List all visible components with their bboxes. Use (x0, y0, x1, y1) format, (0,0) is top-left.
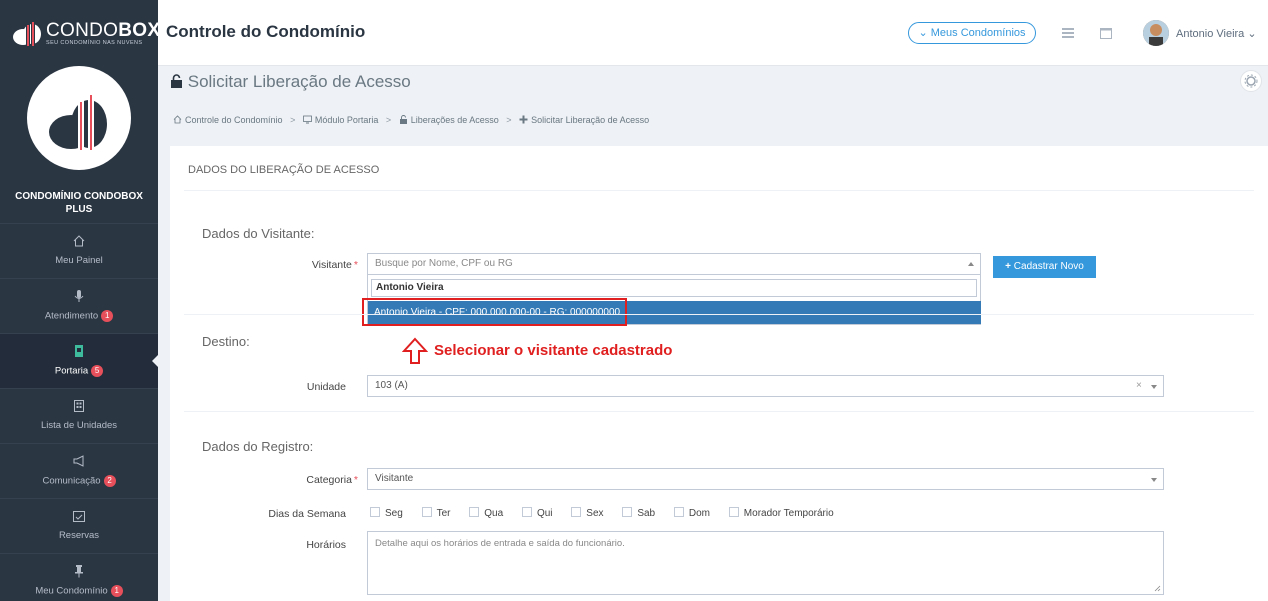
panel-title: DADOS DO LIBERAÇÃO DE ACESSO (188, 164, 380, 176)
badge-icon (75, 345, 83, 357)
sidebar-item-reservas[interactable]: Reservas (0, 498, 158, 553)
highlight-annotation-box (362, 298, 627, 326)
breadcrumb-item-liberacoes[interactable]: Liberações de Acesso (399, 115, 499, 125)
pin-icon (75, 565, 83, 578)
divider (184, 314, 1254, 315)
calendar-check-icon (73, 511, 85, 522)
resize-handle-icon[interactable] (1154, 585, 1161, 592)
notification-badge: 1 (101, 310, 114, 322)
divider (184, 190, 1254, 191)
form-panel: DADOS DO LIBERAÇÃO DE ACESSO Dados do Vi… (170, 146, 1268, 601)
breadcrumb-separator: > (290, 115, 296, 125)
checkbox-morador-temporario[interactable]: Morador Temporário (728, 507, 834, 519)
category-select[interactable]: Visitante (367, 468, 1164, 490)
breadcrumb-separator: > (506, 115, 512, 125)
sidebar-item-meu-condominio[interactable]: Meu Condomínio 1 (0, 553, 158, 601)
checkbox-qui[interactable]: Qui (521, 507, 553, 519)
monitor-icon (302, 115, 312, 124)
brand-tagline: SEU CONDOMÍNIO NAS NUVENS (46, 40, 143, 46)
user-menu[interactable]: Antonio Vieira ⌄ (1176, 27, 1257, 40)
sidebar-item-meu-painel[interactable]: Meu Painel (0, 223, 158, 278)
chevron-down-icon: ⌄ (918, 27, 928, 39)
chevron-down-icon (1151, 385, 1157, 389)
hours-label: Horários (306, 539, 346, 551)
checkbox-seg[interactable]: Seg (370, 507, 403, 519)
condo-logo (27, 66, 131, 170)
annotation-text: Selecionar o visitante cadastrado (434, 342, 673, 359)
notification-badge: 2 (103, 475, 116, 487)
breadcrumb-item-solicitar: Solicitar Liberação de Acesso (519, 115, 649, 125)
weekdays-checkboxes: Seg Ter Qua Qui Sex Sab Dom Morador Temp… (370, 507, 850, 519)
top-header: CONDOBOX SEU CONDOMÍNIO NAS NUVENS Contr… (0, 0, 1268, 66)
unit-label: Unidade (306, 381, 346, 393)
home-icon (73, 235, 85, 247)
user-photo-icon (1143, 20, 1169, 46)
breadcrumb-separator: > (385, 115, 392, 125)
checkbox-sab[interactable]: Sab (622, 507, 655, 519)
plus-icon (519, 115, 528, 124)
megaphone-icon (73, 455, 84, 467)
divider (184, 411, 1254, 412)
calendar-icon[interactable] (1099, 26, 1113, 40)
settings-button[interactable] (1240, 70, 1262, 92)
page-title: Solicitar Liberação de Acesso (170, 72, 411, 92)
home-icon (173, 115, 182, 124)
category-label: Categoria * (306, 474, 358, 486)
unlock-icon (399, 115, 407, 124)
visitor-label: Visitante * (311, 259, 358, 271)
condobox-logo-icon (49, 93, 107, 150)
checkbox-dom[interactable]: Dom (673, 507, 710, 519)
sidebar-item-portaria[interactable]: Portaria 5 (0, 333, 159, 388)
notification-badge: 5 (91, 365, 104, 377)
breadcrumb-item-modulo-portaria[interactable]: Módulo Portaria (302, 115, 378, 125)
chevron-up-icon (968, 262, 974, 266)
sidebar-item-atendimento[interactable]: Atendimento 1 (0, 278, 158, 333)
brand-area[interactable]: CONDOBOX SEU CONDOMÍNIO NAS NUVENS (0, 0, 161, 66)
checkbox-sex[interactable]: Sex (571, 507, 604, 519)
brand-name: CONDOBOX (46, 20, 161, 41)
unit-select[interactable]: 103 (A) × (367, 375, 1164, 397)
condo-name: CONDOMÍNIO CONDOBOX PLUS (15, 191, 143, 215)
building-icon (74, 400, 84, 412)
breadcrumb-item-controle[interactable]: Controle do Condomínio (173, 115, 283, 125)
avatar[interactable] (1143, 20, 1169, 46)
list-icon[interactable] (1061, 26, 1075, 40)
section-visitor-title: Dados do Visitante: (202, 226, 315, 241)
sidebar-item-comunicacao[interactable]: Comunicação 2 (0, 443, 158, 498)
weekdays-label: Dias da Semana (268, 508, 346, 520)
chevron-down-icon: ⌄ (1247, 28, 1257, 40)
hours-textarea[interactable]: Detalhe aqui os horários de entrada e sa… (367, 531, 1164, 595)
visitor-select[interactable]: Busque por Nome, CPF ou RG (367, 253, 981, 275)
add-visitor-button[interactable]: + Cadastrar Novo (993, 256, 1096, 278)
app-title: Controle do Condomínio (166, 22, 366, 41)
checkbox-ter[interactable]: Ter (421, 507, 450, 519)
active-indicator (152, 354, 159, 368)
sidebar-item-lista-de-unidades[interactable]: Lista de Unidades (0, 388, 158, 443)
microphone-icon (74, 290, 84, 302)
sidebar: CONDOMÍNIO CONDOBOX PLUS Meu Painel Aten… (0, 66, 159, 601)
gear-icon (1244, 74, 1258, 88)
plus-icon: + (1005, 261, 1014, 272)
unlock-icon (171, 74, 182, 88)
chevron-down-icon (1151, 478, 1157, 482)
notification-badge: 1 (110, 585, 123, 597)
checkbox-qua[interactable]: Qua (469, 507, 503, 519)
clear-icon[interactable]: × (1136, 376, 1142, 396)
condobox-logo-icon (13, 21, 41, 46)
my-condos-button[interactable]: ⌄ Meus Condomínios (908, 22, 1036, 44)
visitor-search-input[interactable]: Antonio Vieira (371, 279, 977, 297)
section-destination-title: Destino: (202, 334, 250, 349)
breadcrumb: Controle do Condomínio > Módulo Portaria… (173, 115, 649, 125)
arrow-up-icon (402, 337, 428, 364)
section-record-title: Dados do Registro: (202, 439, 314, 454)
